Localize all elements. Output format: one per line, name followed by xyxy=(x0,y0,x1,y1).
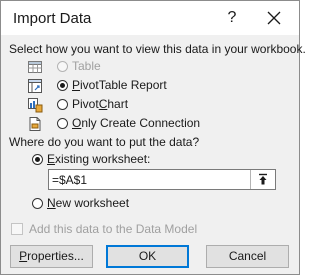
connection-option-label: Only Create Connection xyxy=(72,116,201,130)
pivottable-radio[interactable] xyxy=(57,80,68,91)
data-model-label: Add this data to the Data Model xyxy=(29,222,198,236)
title-bar: Import Data ? xyxy=(1,1,299,35)
ok-button[interactable]: OK xyxy=(106,245,189,268)
cell-reference-input[interactable]: =$A$1 xyxy=(48,169,276,190)
table-icon xyxy=(28,61,42,73)
new-worksheet-radio[interactable] xyxy=(32,198,43,209)
view-section-heading: Select how you want to view this data in… xyxy=(9,42,306,56)
close-button[interactable] xyxy=(259,6,289,30)
help-button[interactable]: ? xyxy=(217,6,247,30)
cancel-button[interactable]: Cancel xyxy=(206,245,289,268)
table-option-label: Table xyxy=(72,59,101,73)
import-data-dialog: Import Data ? Select how you want to vie… xyxy=(0,0,306,275)
range-collapse-button[interactable] xyxy=(250,170,275,189)
pivottable-option-label: PivotTable Report xyxy=(72,78,167,92)
data-model-checkbox[interactable] xyxy=(11,223,23,235)
new-worksheet-label: New worksheet xyxy=(47,196,130,210)
pivotchart-icon xyxy=(28,98,43,113)
cell-reference-value: =$A$1 xyxy=(52,173,88,187)
existing-worksheet-radio[interactable] xyxy=(32,154,43,165)
pivottable-icon xyxy=(28,79,42,93)
dialog-title: Import Data xyxy=(13,10,92,27)
existing-worksheet-label: Existing worksheet: xyxy=(47,152,151,166)
close-icon xyxy=(267,11,281,25)
connection-icon xyxy=(29,117,41,131)
location-section-heading: Where do you want to put the data? xyxy=(9,135,200,149)
properties-button[interactable]: Properties... xyxy=(10,245,93,268)
pivotchart-option-label: PivotChart xyxy=(72,97,129,111)
connection-radio[interactable] xyxy=(57,118,68,129)
range-collapse-icon xyxy=(259,173,267,185)
table-radio[interactable] xyxy=(57,61,68,72)
pivotchart-radio[interactable] xyxy=(57,99,68,110)
